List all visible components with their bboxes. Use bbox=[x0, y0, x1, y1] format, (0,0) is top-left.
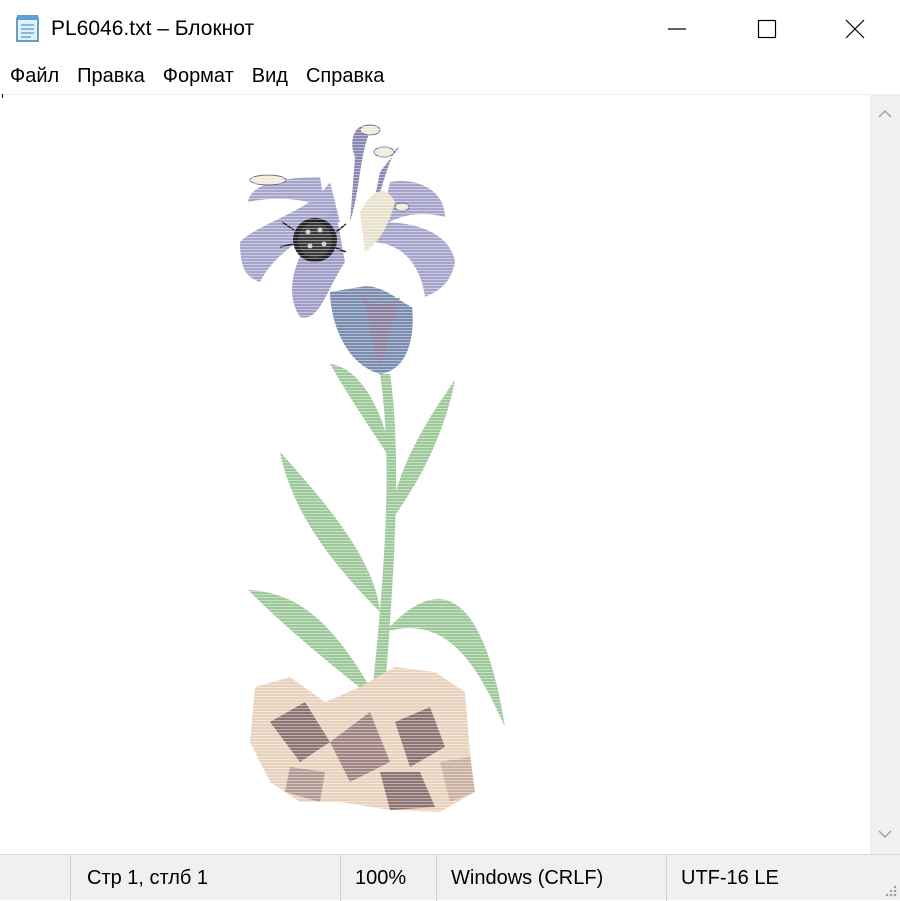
scroll-down-button[interactable] bbox=[870, 820, 900, 850]
text-caret bbox=[2, 94, 3, 98]
maximize-icon bbox=[757, 19, 777, 39]
flower-ascii-art bbox=[230, 112, 530, 822]
menu-edit[interactable]: Правка bbox=[68, 58, 154, 94]
maximize-button[interactable] bbox=[722, 0, 812, 58]
zoom-level: 100% bbox=[340, 855, 436, 901]
status-bar: Стр 1, стлб 1 100% Windows (CRLF) UTF-16… bbox=[0, 854, 900, 901]
window-title: PL6046.txt – Блокнот bbox=[51, 17, 255, 40]
menu-format[interactable]: Формат bbox=[154, 58, 243, 94]
menu-view[interactable]: Вид bbox=[243, 58, 297, 94]
vertical-scrollbar[interactable] bbox=[870, 94, 900, 854]
chevron-up-icon bbox=[878, 109, 892, 118]
scroll-up-button[interactable] bbox=[870, 98, 900, 128]
close-icon bbox=[845, 19, 865, 39]
title-bar[interactable]: PL6046.txt – Блокнот bbox=[0, 0, 900, 58]
cursor-position: Стр 1, стлб 1 bbox=[70, 855, 340, 901]
menu-file[interactable]: Файл bbox=[0, 58, 68, 94]
menu-bar: Файл Правка Формат Вид Справка bbox=[0, 58, 900, 94]
line-ending: Windows (CRLF) bbox=[436, 855, 666, 901]
resize-grip-icon[interactable] bbox=[882, 882, 898, 898]
close-button[interactable] bbox=[810, 0, 900, 58]
encoding: UTF-16 LE bbox=[666, 855, 870, 901]
minimize-button[interactable] bbox=[632, 0, 722, 58]
minimize-icon bbox=[668, 28, 686, 30]
menu-help[interactable]: Справка bbox=[297, 58, 393, 94]
notepad-icon bbox=[13, 13, 43, 43]
chevron-down-icon bbox=[878, 830, 892, 839]
